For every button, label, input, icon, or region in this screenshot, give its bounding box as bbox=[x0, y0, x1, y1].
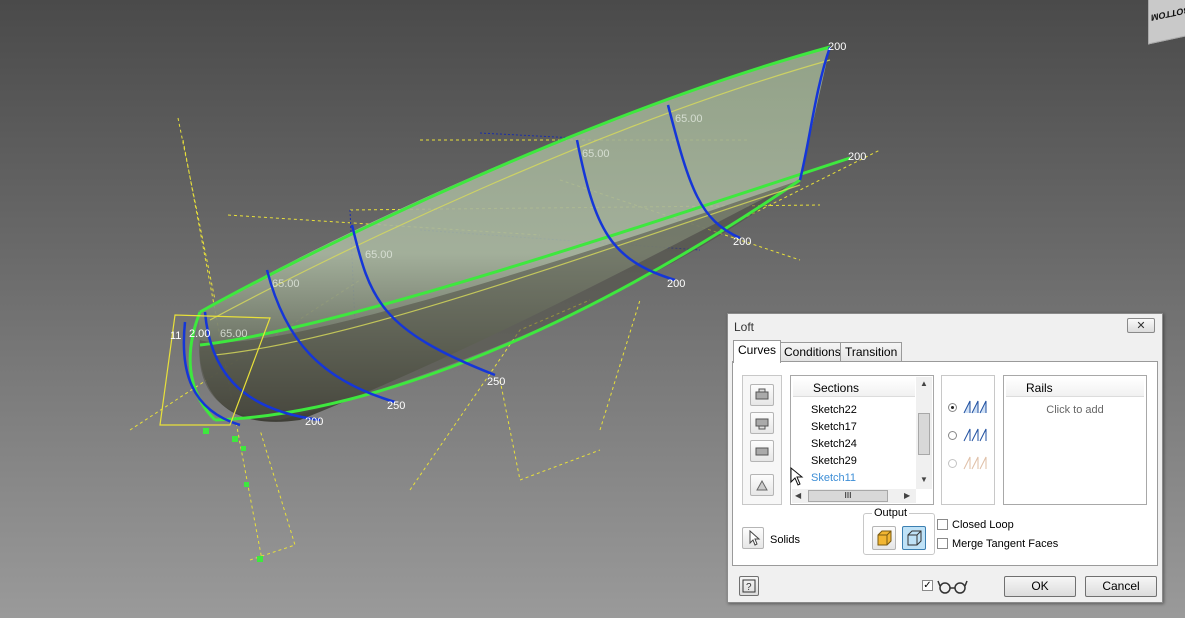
surface-body-icon bbox=[907, 530, 922, 546]
center-line-radio[interactable] bbox=[948, 431, 957, 440]
sections-list[interactable]: Sections Sketch22 Sketch17 Sketch24 Sket… bbox=[790, 375, 934, 505]
tab-label: Conditions bbox=[784, 345, 841, 359]
reorder-icon bbox=[755, 447, 769, 456]
list-item[interactable]: Sketch22 bbox=[811, 404, 857, 416]
sections-header-label: Sections bbox=[813, 381, 860, 395]
sections-vscroll[interactable]: ▲ ▼ bbox=[916, 377, 932, 489]
svg-text:200: 200 bbox=[667, 278, 685, 290]
svg-text:200: 200 bbox=[733, 236, 751, 248]
output-solid-button[interactable] bbox=[872, 526, 896, 550]
output-surface-button[interactable] bbox=[902, 526, 926, 550]
mouse-cursor-icon bbox=[790, 467, 804, 486]
sections-header[interactable]: Sections bbox=[793, 378, 915, 397]
scroll-thumb[interactable]: III bbox=[808, 490, 888, 502]
preview-toggle[interactable]: ✓ bbox=[916, 574, 976, 598]
tab-transition[interactable]: Transition bbox=[840, 342, 903, 362]
viewcube[interactable]: BOTTOM bbox=[1148, 0, 1185, 45]
svg-text:?: ? bbox=[746, 582, 752, 593]
sections-hscroll[interactable]: ◀ III ▶ bbox=[792, 489, 916, 503]
help-button[interactable]: ? bbox=[739, 576, 759, 596]
output-group: Output bbox=[863, 507, 935, 555]
rail-option[interactable] bbox=[946, 396, 992, 420]
svg-text:65.00: 65.00 bbox=[220, 328, 248, 340]
svg-text:200: 200 bbox=[828, 41, 846, 53]
closed-loop-label: Closed Loop bbox=[952, 519, 1014, 531]
solids-label: Solids bbox=[770, 534, 800, 546]
add-point-button[interactable] bbox=[750, 474, 774, 496]
scroll-right-icon[interactable]: ▶ bbox=[904, 491, 910, 500]
center-line-loft-icon bbox=[963, 428, 987, 442]
list-item[interactable]: Sketch17 bbox=[811, 421, 857, 433]
list-item[interactable]: Sketch29 bbox=[811, 455, 857, 467]
help-icon: ? bbox=[742, 579, 756, 593]
ok-button[interactable]: OK bbox=[1004, 576, 1076, 597]
scroll-down-icon[interactable]: ▼ bbox=[920, 475, 928, 484]
rails-hint[interactable]: Click to add bbox=[1004, 404, 1146, 416]
point-icon bbox=[756, 479, 768, 491]
rail-loft-icon bbox=[963, 400, 987, 414]
list-item[interactable]: Sketch24 bbox=[811, 438, 857, 450]
svg-text:11: 11 bbox=[170, 330, 181, 342]
loft-type-options bbox=[941, 375, 995, 505]
area-loft-option[interactable] bbox=[946, 452, 992, 476]
svg-text:250: 250 bbox=[487, 376, 505, 388]
curves-panel: Sections Sketch22 Sketch17 Sketch24 Sket… bbox=[732, 361, 1158, 566]
loft-dialog[interactable]: Loft ✕ Curves Conditions Transition Sect… bbox=[727, 313, 1163, 603]
move-up-button[interactable] bbox=[750, 384, 774, 406]
close-icon: ✕ bbox=[1136, 320, 1146, 332]
merge-tangent-faces-label: Merge Tangent Faces bbox=[952, 538, 1059, 550]
svg-text:65.00: 65.00 bbox=[582, 148, 610, 160]
output-label: Output bbox=[872, 507, 910, 519]
closed-loop-checkbox[interactable] bbox=[937, 519, 948, 530]
rails-header[interactable]: Rails bbox=[1006, 378, 1144, 397]
svg-text:65.00: 65.00 bbox=[272, 278, 300, 290]
svg-text:65.00: 65.00 bbox=[365, 249, 393, 261]
move-up-icon bbox=[755, 388, 769, 400]
close-button[interactable]: ✕ bbox=[1127, 318, 1155, 333]
move-down-icon bbox=[755, 418, 769, 430]
scroll-thumb[interactable] bbox=[918, 413, 930, 455]
solid-body-icon bbox=[877, 530, 892, 546]
solids-select-button[interactable] bbox=[742, 527, 764, 549]
svg-text:250: 250 bbox=[387, 400, 405, 412]
svg-text:200: 200 bbox=[848, 151, 866, 163]
rails-header-label: Rails bbox=[1026, 381, 1053, 395]
tab-conditions[interactable]: Conditions bbox=[779, 342, 846, 362]
tab-label: Transition bbox=[845, 345, 898, 359]
preview-checkbox[interactable]: ✓ bbox=[922, 580, 933, 591]
cancel-button[interactable]: Cancel bbox=[1085, 576, 1157, 597]
tab-label: Curves bbox=[738, 343, 777, 357]
cursor-arrow-icon bbox=[749, 529, 761, 546]
tab-curves[interactable]: Curves bbox=[733, 340, 782, 363]
control-points bbox=[203, 428, 263, 562]
viewcube-face-label: BOTTOM bbox=[1151, 4, 1185, 23]
dialog-title: Loft bbox=[734, 320, 755, 334]
list-item[interactable]: Sketch11 bbox=[811, 472, 856, 484]
svg-text:200: 200 bbox=[305, 416, 323, 428]
merge-tangent-faces-checkbox[interactable] bbox=[937, 538, 948, 549]
preview-glasses-icon bbox=[937, 580, 968, 594]
svg-text:2.00: 2.00 bbox=[189, 328, 210, 340]
scroll-up-icon[interactable]: ▲ bbox=[920, 379, 928, 388]
scroll-left-icon[interactable]: ◀ bbox=[795, 491, 801, 500]
reorder-button[interactable] bbox=[750, 440, 774, 462]
svg-text:65.00: 65.00 bbox=[675, 113, 703, 125]
section-tools bbox=[742, 375, 782, 505]
center-line-option[interactable] bbox=[946, 424, 992, 448]
area-loft-icon bbox=[963, 456, 987, 470]
area-loft-radio[interactable] bbox=[948, 459, 957, 468]
rail-radio[interactable] bbox=[948, 403, 957, 412]
move-down-button[interactable] bbox=[750, 412, 774, 434]
rails-list[interactable]: Rails Click to add bbox=[1003, 375, 1147, 505]
dialog-titlebar[interactable]: Loft ✕ bbox=[728, 314, 1162, 338]
